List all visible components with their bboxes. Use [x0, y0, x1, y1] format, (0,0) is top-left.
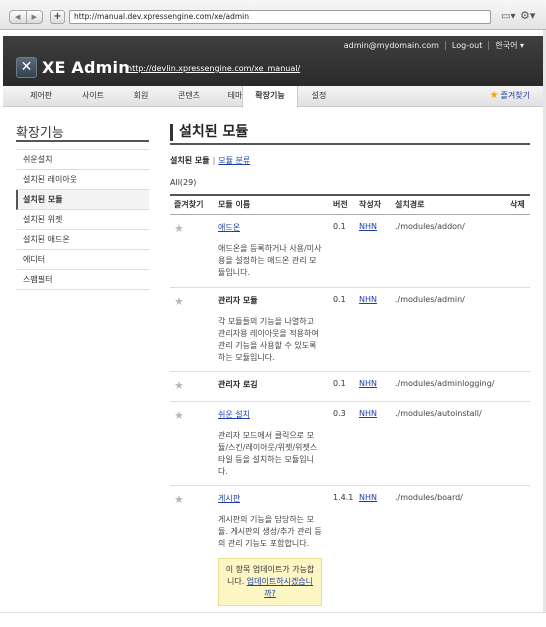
- sidebar-item-layouts[interactable]: 설치된 레이아웃: [16, 170, 149, 190]
- utility-nav: admin@mydomain.com Log-out 한국어 ▾: [338, 40, 530, 51]
- page-menu-icon[interactable]: ▭▾: [501, 10, 517, 24]
- tab-member[interactable]: 회원: [119, 86, 163, 107]
- table-row: ★ 게시판 게시판의 기능을 담당하는 모듈. 게시판의 생성/추가 관리 등의…: [170, 485, 530, 614]
- back-button[interactable]: ◀: [10, 11, 27, 23]
- star-icon[interactable]: ★: [170, 371, 214, 402]
- divider: [16, 140, 149, 142]
- language-select[interactable]: 한국어 ▾: [489, 40, 530, 51]
- logout-link[interactable]: Log-out: [446, 41, 488, 50]
- module-name: 관리자 로깅: [218, 379, 258, 389]
- subnav-separator: |: [212, 156, 216, 165]
- tab-site[interactable]: 사이트: [67, 86, 119, 107]
- tab-dashboard[interactable]: 제어판: [15, 86, 67, 107]
- tab-content[interactable]: 콘텐츠: [163, 86, 215, 107]
- delete-cell: [506, 287, 530, 372]
- module-description: 애드온을 등록하거나 사용/미사용을 설정하는 애드온 관리 모듈입니다.: [218, 243, 322, 277]
- subnav-current: 설치된 모듈: [170, 156, 210, 165]
- browser-toolbar: ◀ ▶ + http://manual.dev.xpressengine.com…: [0, 0, 546, 30]
- tab-extensions[interactable]: 확장기능: [242, 86, 298, 108]
- delete-cell: [506, 214, 530, 288]
- column-header: 모듈 이름: [214, 194, 329, 215]
- star-icon[interactable]: ★: [170, 485, 214, 614]
- column-header: 즐겨찾기: [170, 194, 214, 215]
- window-bottom-edge: [0, 612, 546, 627]
- logo-text: XE Admin: [42, 58, 130, 77]
- module-name-link[interactable]: 쉬운 설치: [218, 410, 250, 419]
- module-version: 0.1: [329, 287, 355, 372]
- author-link[interactable]: NHN: [359, 222, 377, 231]
- author-link[interactable]: NHN: [359, 493, 377, 502]
- sub-navigation: 설치된 모듈 | 모듈 분류: [170, 155, 250, 166]
- table-row: ★ 관리자 로깅 0.1 NHN ./modules/adminlogging/: [170, 371, 530, 402]
- module-description: 게시판의 기능을 담당하는 모듈. 게시판의 생성/추가 관리 등의 관리 기능…: [218, 514, 322, 548]
- sidebar-item-editor[interactable]: 에디터: [16, 250, 149, 270]
- table-row: ★ 애드온 애드온을 등록하거나 사용/미사용을 설정하는 애드온 관리 모듈입…: [170, 214, 530, 288]
- install-path: ./modules/board/: [391, 485, 506, 614]
- install-path: ./modules/admin/: [391, 287, 506, 372]
- module-name-link[interactable]: 애드온: [218, 223, 240, 232]
- star-icon[interactable]: ★: [170, 401, 214, 486]
- module-description: 각 모듈들의 기능을 나열하고 관리자용 레이아웃을 적용하여 관리 기능을 사…: [218, 316, 319, 362]
- star-icon[interactable]: ★: [170, 287, 214, 372]
- module-count: All(29): [170, 178, 197, 187]
- column-header: 설치경로: [391, 194, 506, 215]
- author-link[interactable]: NHN: [359, 409, 377, 418]
- install-path: ./modules/adminlogging/: [391, 371, 506, 402]
- sidebar-title: 확장기능: [16, 126, 64, 141]
- sidebar-item-easy-install[interactable]: 쉬운설치: [16, 150, 149, 170]
- update-notice: 이 항목 업데이트가 가능합니다. 업데이트하시겠습니까?: [218, 557, 322, 606]
- site-url-link[interactable]: http://devlin.xpressengine.com/xe_manual…: [127, 64, 300, 73]
- star-icon: ★: [489, 90, 499, 101]
- module-version: 0.1: [329, 214, 355, 288]
- module-version: 0.3: [329, 401, 355, 486]
- divider: [170, 143, 530, 145]
- column-header: 작성자: [355, 194, 391, 215]
- admin-header: admin@mydomain.com Log-out 한국어 ▾ ✕ XE Ad…: [3, 36, 544, 86]
- module-version: 0.1: [329, 371, 355, 402]
- subnav-link-categories[interactable]: 모듈 분류: [218, 156, 250, 165]
- main-tabs: 제어판 사이트 회원 콘텐츠 테마 확장기능 설정 ★ 즐겨찾기: [3, 86, 544, 108]
- install-path: ./modules/addon/: [391, 214, 506, 288]
- nav-buttons: ◀ ▶: [9, 10, 43, 24]
- favorites-link[interactable]: ★ 즐겨찾기: [490, 86, 530, 106]
- column-header: 삭제: [506, 194, 530, 215]
- gear-icon[interactable]: ⚙▾: [520, 9, 538, 23]
- sidebar: 쉬운설치 설치된 레이아웃 설치된 모듈 설치된 위젯 설치된 애드온 에디터 …: [16, 149, 149, 290]
- address-bar[interactable]: http://manual.dev.xpressengine.com/xe/ad…: [69, 10, 491, 24]
- delete-cell: [506, 371, 530, 402]
- column-header: 버전: [329, 194, 355, 215]
- module-description: 관리자 모드에서 클릭으로 모듈/스킨/레이아웃/위젯/위젯스타일 등을 설치하…: [218, 430, 318, 476]
- new-tab-button[interactable]: +: [50, 10, 65, 24]
- sidebar-item-widgets[interactable]: 설치된 위젯: [16, 210, 149, 230]
- install-path: ./modules/autoinstall/: [391, 401, 506, 486]
- logo[interactable]: ✕ XE Admin: [16, 57, 130, 78]
- tab-settings[interactable]: 설정: [299, 86, 339, 107]
- forward-button[interactable]: ▶: [27, 11, 43, 23]
- table-row: ★ 쉬운 설치 관리자 모드에서 클릭으로 모듈/스킨/레이아웃/위젯/위젯스타…: [170, 401, 530, 486]
- sidebar-item-addons[interactable]: 설치된 애드온: [16, 230, 149, 250]
- delete-cell: [506, 401, 530, 486]
- modules-table: 즐겨찾기 모듈 이름 버전 작성자 설치경로 삭제 ★ 애드온 애드온을 등록하…: [170, 194, 530, 614]
- sidebar-item-modules[interactable]: 설치된 모듈: [16, 190, 149, 210]
- table-header-row: 즐겨찾기 모듈 이름 버전 작성자 설치경로 삭제: [170, 194, 530, 215]
- author-link[interactable]: NHN: [359, 379, 377, 388]
- star-icon[interactable]: ★: [170, 214, 214, 288]
- module-name: 관리자 모듈: [218, 295, 258, 305]
- table-row: ★ 관리자 모듈 각 모듈들의 기능을 나열하고 관리자용 레이아웃을 적용하여…: [170, 287, 530, 372]
- delete-cell: [506, 485, 530, 614]
- author-link[interactable]: NHN: [359, 295, 377, 304]
- favorites-label: 즐겨찾기: [500, 91, 530, 100]
- user-email[interactable]: admin@mydomain.com: [338, 41, 445, 50]
- page-title: 설치된 모듈: [170, 124, 248, 141]
- sidebar-item-spamfilter[interactable]: 스팸필터: [16, 270, 149, 290]
- module-version: 1.4.1: [329, 485, 355, 614]
- update-link[interactable]: 업데이트하시겠습니까?: [247, 577, 313, 598]
- xe-logo-icon: ✕: [16, 57, 37, 78]
- module-name-link[interactable]: 게시판: [218, 494, 240, 503]
